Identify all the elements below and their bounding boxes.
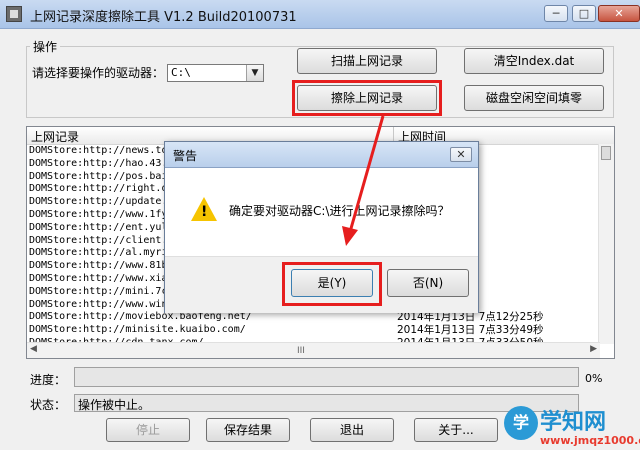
watermark: 学 学知网 www.jmqz1000.com [504, 404, 640, 450]
arrow-head [342, 226, 358, 246]
arrow-shaft [348, 115, 385, 233]
watermark-badge: 学 [504, 406, 538, 440]
app-window: 上网记录深度擦除工具 V1.2 Build20100731 ─ □ ✕ 操作 请… [0, 0, 640, 450]
watermark-url: www.jmqz1000.com [540, 434, 640, 447]
watermark-name: 学知网 [540, 410, 607, 435]
annotation-arrow [342, 115, 385, 246]
